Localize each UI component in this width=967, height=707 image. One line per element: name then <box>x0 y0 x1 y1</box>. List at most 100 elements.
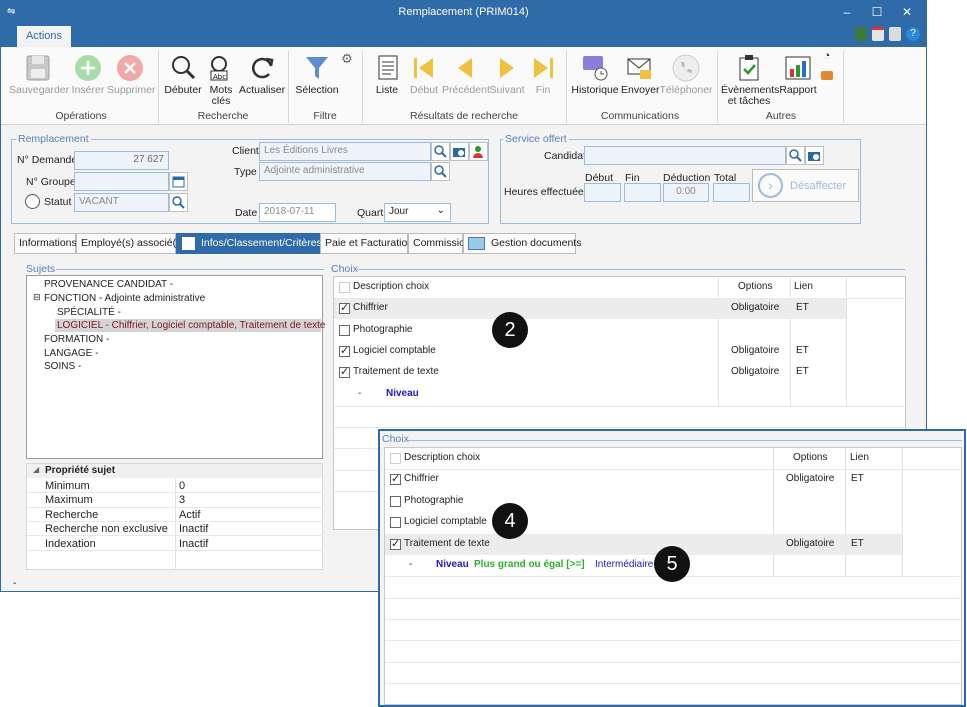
timer-button[interactable]: ◔ <box>819 51 835 62</box>
arrow-circle-icon: › <box>758 173 783 198</box>
tree-item-formation[interactable]: FORMATION - <box>44 334 109 345</box>
prop-non-exclusive-value[interactable]: Inactif <box>179 523 208 535</box>
previous-button[interactable]: Précédent <box>442 53 490 96</box>
choix-row[interactable]: Photographie <box>334 320 905 341</box>
candidat-field[interactable] <box>584 146 786 165</box>
total-field[interactable] <box>713 183 750 202</box>
last-button[interactable]: Fin <box>527 53 559 96</box>
client-contact-icon[interactable] <box>469 142 488 161</box>
statut-search-icon[interactable] <box>169 193 188 212</box>
filter-settings-button[interactable]: ⚙ <box>340 52 354 66</box>
selection-button[interactable]: Sélection <box>293 53 341 96</box>
quart-select[interactable]: Jour ⌄ <box>384 203 451 222</box>
choix2-row[interactable]: Traitement de texte Obligatoire ET <box>385 534 902 555</box>
prop-minimum-value[interactable]: 0 <box>179 480 185 492</box>
logiciel-text: LOGICIEL <box>57 320 103 331</box>
maximize-icon[interactable]: ☐ <box>862 1 892 23</box>
tree-item-specialite[interactable]: SPÉCIALITÉ - <box>57 307 121 318</box>
tree-item-logiciel-label: LOGICIEL - Chiffrier, Logiciel comptable… <box>57 320 325 331</box>
candidat-folder-icon[interactable] <box>805 146 824 165</box>
tree-item-fonction[interactable]: FONCTION - Adjointe administrative <box>44 293 205 304</box>
row-checkbox[interactable] <box>390 472 401 485</box>
choix2-row[interactable]: Chiffrier Obligatoire ET <box>385 469 961 490</box>
statut-field[interactable]: VACANT <box>74 193 169 212</box>
system-menu-icon[interactable]: ⇋ <box>7 1 15 23</box>
date-field[interactable]: 2018-07-11 <box>259 203 336 222</box>
niveau-row[interactable]: - Niveau <box>334 384 905 405</box>
tree-item-soins[interactable]: SOINS - <box>44 361 81 372</box>
no-groupe-field[interactable] <box>74 172 169 191</box>
choix2-row[interactable]: Photographie <box>385 491 961 512</box>
client-search-icon[interactable] <box>431 142 450 161</box>
deduction-field[interactable]: 0:00 <box>663 183 709 202</box>
refresh-icon <box>247 53 277 83</box>
niveau-dash: - <box>358 388 362 399</box>
row-checkbox[interactable] <box>390 537 401 550</box>
phone-button[interactable]: Téléphoner <box>659 53 713 96</box>
ribbon-tabstrip: Actions ? <box>1 23 926 47</box>
propriete-grid: ◢ Propriété sujet Minimum 0 Maximum 3 Re… <box>26 463 323 570</box>
row-checkbox[interactable] <box>390 496 401 507</box>
choix-row[interactable]: Traitement de texte Obligatoire ET <box>334 362 905 383</box>
debut-field[interactable] <box>584 183 621 202</box>
prop-indexation-value[interactable]: Inactif <box>179 538 208 550</box>
type-field[interactable]: Adjointe administrative <box>259 162 431 181</box>
events-tasks-button[interactable]: Évènements et tâches <box>721 53 779 107</box>
choix-row[interactable]: Chiffrier Obligatoire ET <box>334 298 846 319</box>
tab-commission[interactable]: Commission <box>408 233 471 254</box>
delete-label: Supprimer <box>107 84 156 96</box>
tab-actions[interactable]: Actions <box>17 26 71 47</box>
type-search-icon[interactable] <box>431 162 450 181</box>
tab-gestion-documents[interactable]: Gestion documents <box>463 233 581 254</box>
choix2-row[interactable]: Logiciel comptable <box>385 512 961 533</box>
next-button[interactable]: Suivant <box>489 53 525 96</box>
row-checkbox[interactable] <box>339 344 350 357</box>
report-button[interactable]: Rapport <box>777 53 819 96</box>
prop-maximum-value[interactable]: 3 <box>179 494 185 506</box>
client-field[interactable]: Les Éditions Livres <box>259 142 431 161</box>
keywords-button[interactable]: Abc Mots clés <box>205 53 237 107</box>
client-folder-icon[interactable] <box>450 142 469 161</box>
toolbox-button[interactable] <box>819 71 835 83</box>
desaffecter-button[interactable]: › Désaffecter <box>752 169 859 202</box>
close-icon[interactable]: ✕ <box>892 1 922 23</box>
send-button[interactable]: Envoyer <box>621 53 660 96</box>
plus-icon <box>73 53 103 83</box>
delete-button[interactable]: Supprimer <box>107 53 156 96</box>
collapse-triangle-icon[interactable]: ◢ <box>33 465 39 474</box>
send-label: Envoyer <box>621 84 660 96</box>
history-button[interactable]: Historique <box>571 53 619 96</box>
tree-item-langage[interactable]: LANGAGE - <box>44 348 98 359</box>
fin-field[interactable] <box>624 183 661 202</box>
refresh-button[interactable]: Actualiser <box>239 53 285 96</box>
minimize-icon[interactable]: – <box>832 1 862 23</box>
statut-radio[interactable] <box>25 194 40 209</box>
tab-employes[interactable]: Employé(s) associé(s) <box>76 233 185 254</box>
tab-paie[interactable]: Paie et Facturation <box>320 233 413 254</box>
printer-icon[interactable] <box>889 27 901 41</box>
row-checkbox[interactable] <box>339 365 350 378</box>
row-checkbox[interactable] <box>339 301 350 314</box>
row-checkbox[interactable] <box>390 517 401 528</box>
calculator-icon[interactable] <box>855 27 867 41</box>
calendar-icon[interactable] <box>872 27 884 41</box>
prop-recherche-value[interactable]: Actif <box>179 509 200 521</box>
choix-row[interactable]: Logiciel comptable Obligatoire ET <box>334 341 905 362</box>
tab-infos-classement[interactable]: Infos/Classement/Critères <box>176 233 322 254</box>
collapse-icon[interactable]: ⊟ <box>33 292 41 303</box>
select-all-checkbox[interactable] <box>390 453 401 464</box>
niveau-dash: - <box>409 559 413 570</box>
tab-informations[interactable]: Informations <box>14 233 77 254</box>
row-checkbox[interactable] <box>339 325 350 336</box>
no-demande-field[interactable]: 27 627 <box>74 151 169 170</box>
calendar-lookup-icon[interactable] <box>169 172 188 191</box>
tree-item-provenance[interactable]: PROVENANCE CANDIDAT - <box>44 279 173 290</box>
search-start-button[interactable]: Débuter <box>163 53 203 96</box>
save-button[interactable]: Sauvegarder <box>9 53 69 96</box>
list-button[interactable]: Liste <box>369 53 405 96</box>
candidat-search-icon[interactable] <box>786 146 805 165</box>
select-all-checkbox[interactable] <box>339 282 350 293</box>
help-icon[interactable]: ? <box>906 27 920 41</box>
insert-button[interactable]: Insérer <box>69 53 107 96</box>
first-button[interactable]: Début <box>407 53 441 96</box>
